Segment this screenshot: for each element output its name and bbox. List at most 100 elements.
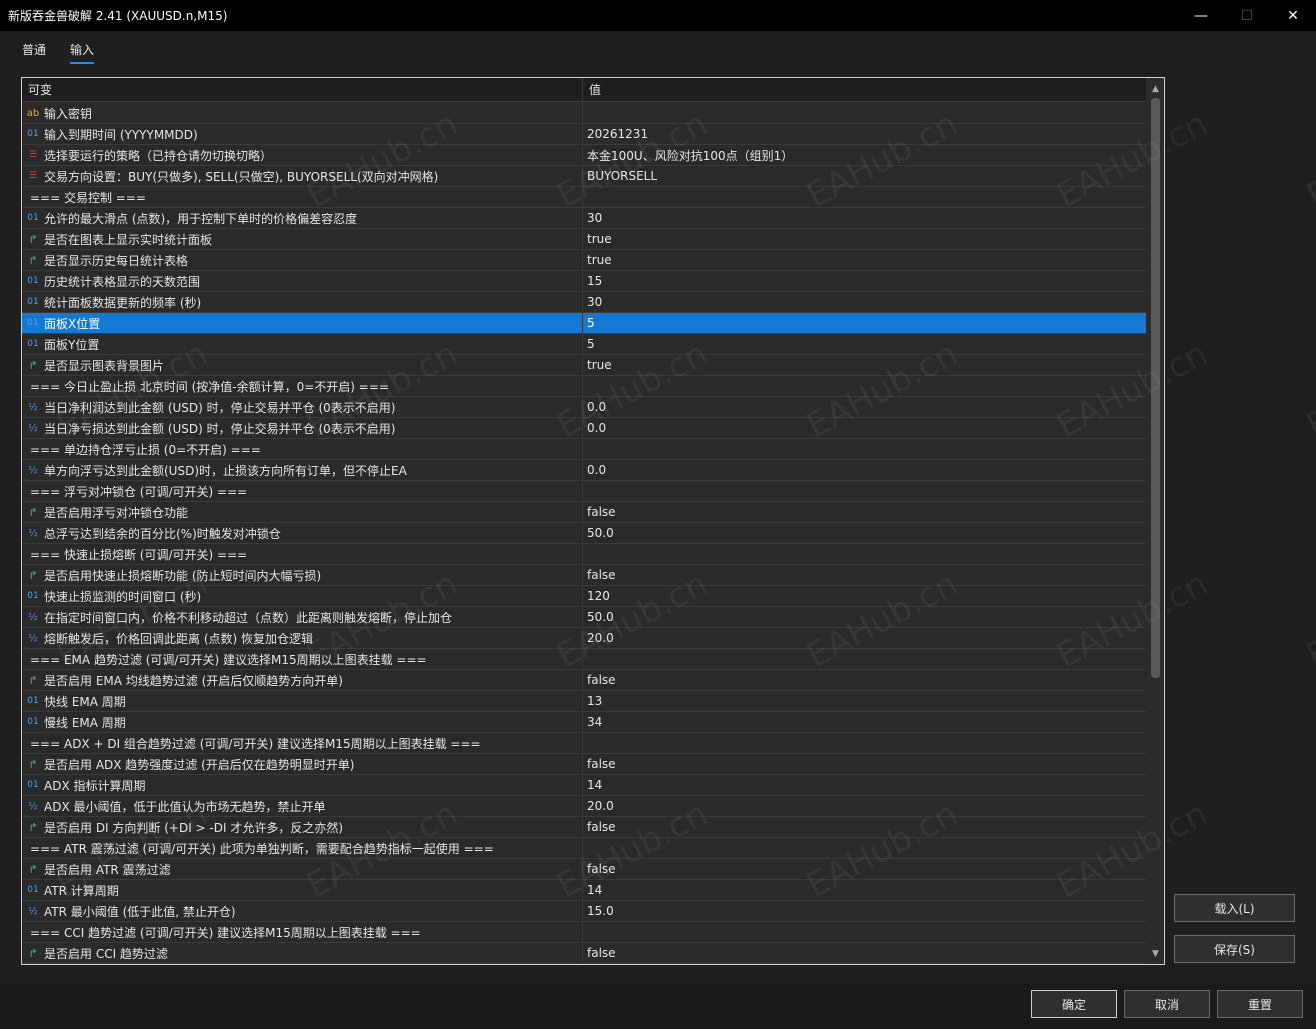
param-name-cell[interactable]: ½ ADX 最小阈值，低于此值认为市场无趋势，禁止开单 bbox=[22, 796, 583, 816]
param-name-cell[interactable]: === 单边持仓浮亏止损 (0=不开启) === bbox=[22, 439, 583, 459]
table-row[interactable]: 01 输入到期时间 (YYYYMMDD) 20261231 bbox=[22, 124, 1146, 145]
param-value-cell[interactable] bbox=[583, 649, 1146, 669]
table-row[interactable]: ½ 熔断触发后，价格回调此距离 (点数) 恢复加仓逻辑 20.0 bbox=[22, 628, 1146, 649]
param-value-cell[interactable]: 120 bbox=[583, 586, 1146, 606]
table-row[interactable]: === CCI 趋势过滤 (可调/可开关) 建议选择M15周期以上图表挂载 ==… bbox=[22, 922, 1146, 943]
param-value-cell[interactable]: 20261231 bbox=[583, 124, 1146, 144]
table-row[interactable]: ↱ 是否启用 ADX 趋势强度过滤 (开启后仅在趋势明显时开单) false bbox=[22, 754, 1146, 775]
param-name-cell[interactable]: ↱ 是否启用 ATR 震荡过滤 bbox=[22, 859, 583, 879]
reset-button[interactable]: 重置 bbox=[1217, 990, 1303, 1018]
param-name-cell[interactable]: ↱ 是否启用 CCI 趋势过滤 bbox=[22, 943, 583, 963]
param-name-cell[interactable]: === EMA 趋势过滤 (可调/可开关) 建议选择M15周期以上图表挂载 ==… bbox=[22, 649, 583, 669]
param-name-cell[interactable]: ↱ 是否显示历史每日统计表格 bbox=[22, 250, 583, 270]
param-value-cell[interactable] bbox=[583, 544, 1146, 564]
param-name-cell[interactable]: ½ 熔断触发后，价格回调此距离 (点数) 恢复加仓逻辑 bbox=[22, 628, 583, 648]
param-name-cell[interactable]: ab 输入密钥 bbox=[22, 103, 583, 123]
param-value-cell[interactable]: 5 bbox=[583, 334, 1146, 354]
param-value-cell[interactable]: 5 bbox=[583, 313, 1146, 333]
param-name-cell[interactable]: === 浮亏对冲锁仓 (可调/可开关) === bbox=[22, 481, 583, 501]
param-value-cell[interactable]: true bbox=[583, 355, 1146, 375]
table-row[interactable]: 01 面板Y位置 5 bbox=[22, 334, 1146, 355]
param-name-cell[interactable]: === 今日止盈止损 北京时间 (按净值-余额计算，0=不开启) === bbox=[22, 376, 583, 396]
table-row[interactable]: ↱ 是否在图表上显示实时统计面板 true bbox=[22, 229, 1146, 250]
save-button[interactable]: 保存(S) bbox=[1174, 935, 1295, 963]
table-row[interactable]: ↱ 是否启用 EMA 均线趋势过滤 (开启后仅顺趋势方向开单) false bbox=[22, 670, 1146, 691]
param-value-cell[interactable]: false bbox=[583, 670, 1146, 690]
param-name-cell[interactable]: === ADX + DI 组合趋势过滤 (可调/可开关) 建议选择M15周期以上… bbox=[22, 733, 583, 753]
param-value-cell[interactable]: 本金100U、风险对抗100点（组别1） bbox=[583, 145, 1146, 165]
table-row[interactable]: ☰ 交易方向设置：BUY(只做多), SELL(只做空), BUYORSELL(双… bbox=[22, 166, 1146, 187]
scroll-up-icon[interactable]: ▲ bbox=[1147, 80, 1164, 97]
param-value-cell[interactable]: 34 bbox=[583, 712, 1146, 732]
param-name-cell[interactable]: === 快速止损熔断 (可调/可开关) === bbox=[22, 544, 583, 564]
param-name-cell[interactable]: ↱ 是否启用快速止损熔断功能 (防止短时间内大幅亏损) bbox=[22, 565, 583, 585]
param-name-cell[interactable]: ½ 当日净亏损达到此金额 (USD) 时，停止交易并平仓 (0表示不启用) bbox=[22, 418, 583, 438]
param-name-cell[interactable]: === 交易控制 === bbox=[22, 187, 583, 207]
param-value-cell[interactable]: false bbox=[583, 754, 1146, 774]
table-row[interactable]: === ADX + DI 组合趋势过滤 (可调/可开关) 建议选择M15周期以上… bbox=[22, 733, 1146, 754]
param-value-cell[interactable]: 14 bbox=[583, 880, 1146, 900]
param-value-cell[interactable]: 30 bbox=[583, 292, 1146, 312]
param-value-cell[interactable]: 0.0 bbox=[583, 397, 1146, 417]
param-name-cell[interactable]: ↱ 是否启用 EMA 均线趋势过滤 (开启后仅顺趋势方向开单) bbox=[22, 670, 583, 690]
param-value-cell[interactable]: 0.0 bbox=[583, 418, 1146, 438]
param-value-cell[interactable]: 20.0 bbox=[583, 628, 1146, 648]
scroll-thumb[interactable] bbox=[1151, 98, 1160, 678]
param-value-cell[interactable]: 15.0 bbox=[583, 901, 1146, 921]
param-name-cell[interactable]: 01 输入到期时间 (YYYYMMDD) bbox=[22, 124, 583, 144]
param-name-cell[interactable]: ↱ 是否启用 ADX 趋势强度过滤 (开启后仅在趋势明显时开单) bbox=[22, 754, 583, 774]
table-row[interactable]: ½ 总浮亏达到结余的百分比(%)时触发对冲锁仓 50.0 bbox=[22, 523, 1146, 544]
table-row[interactable]: 01 快线 EMA 周期 13 bbox=[22, 691, 1146, 712]
param-name-cell[interactable]: 01 慢线 EMA 周期 bbox=[22, 712, 583, 732]
table-row[interactable]: ½ 当日净利润达到此金额 (USD) 时，停止交易并平仓 (0表示不启用) 0.0 bbox=[22, 397, 1146, 418]
param-value-cell[interactable]: 0.0 bbox=[583, 460, 1146, 480]
table-row[interactable]: ab 输入密钥 bbox=[22, 103, 1146, 124]
param-value-cell[interactable] bbox=[583, 838, 1146, 858]
param-value-cell[interactable] bbox=[583, 481, 1146, 501]
param-name-cell[interactable]: ½ 当日净利润达到此金额 (USD) 时，停止交易并平仓 (0表示不启用) bbox=[22, 397, 583, 417]
param-name-cell[interactable]: 01 快速止损监测的时间窗口 (秒) bbox=[22, 586, 583, 606]
param-name-cell[interactable]: ½ 在指定时间窗口内，价格不利移动超过（点数）此距离则触发熔断，停止加仓 bbox=[22, 607, 583, 627]
param-name-cell[interactable]: 01 ADX 指标计算周期 bbox=[22, 775, 583, 795]
param-value-cell[interactable]: BUYORSELL bbox=[583, 166, 1146, 186]
param-value-cell[interactable] bbox=[583, 376, 1146, 396]
tab-inputs[interactable]: 输入 bbox=[58, 40, 106, 64]
param-value-cell[interactable]: 50.0 bbox=[583, 523, 1146, 543]
param-value-cell[interactable] bbox=[583, 187, 1146, 207]
table-row[interactable]: === 今日止盈止损 北京时间 (按净值-余额计算，0=不开启) === bbox=[22, 376, 1146, 397]
param-value-cell[interactable]: 30 bbox=[583, 208, 1146, 228]
minimize-button[interactable]: — bbox=[1178, 0, 1224, 31]
scroll-down-icon[interactable]: ▼ bbox=[1147, 945, 1164, 962]
table-row[interactable]: ↱ 是否启用 DI 方向判断 (+DI > -DI 才允许多，反之亦然) false bbox=[22, 817, 1146, 838]
param-value-cell[interactable] bbox=[583, 922, 1146, 942]
table-row[interactable]: 01 ADX 指标计算周期 14 bbox=[22, 775, 1146, 796]
table-row[interactable]: ↱ 是否显示图表背景图片 true bbox=[22, 355, 1146, 376]
table-row[interactable]: ½ 单方向浮亏达到此金额(USD)时，止损该方向所有订单，但不停止EA 0.0 bbox=[22, 460, 1146, 481]
tab-common[interactable]: 普通 bbox=[10, 40, 58, 64]
param-name-cell[interactable]: 01 允许的最大滑点 (点数)，用于控制下单时的价格偏差容忍度 bbox=[22, 208, 583, 228]
table-row[interactable]: === 浮亏对冲锁仓 (可调/可开关) === bbox=[22, 481, 1146, 502]
table-row[interactable]: === ATR 震荡过滤 (可调/可开关) 此项为单独判断，需要配合趋势指标一起… bbox=[22, 838, 1146, 859]
param-name-cell[interactable]: 01 历史统计表格显示的天数范围 bbox=[22, 271, 583, 291]
header-value[interactable]: 值 bbox=[583, 78, 1146, 101]
ok-button[interactable]: 确定 bbox=[1031, 990, 1117, 1018]
table-row[interactable]: ↱ 是否启用 ATR 震荡过滤 false bbox=[22, 859, 1146, 880]
param-value-cell[interactable]: true bbox=[583, 229, 1146, 249]
table-row[interactable]: 01 允许的最大滑点 (点数)，用于控制下单时的价格偏差容忍度 30 bbox=[22, 208, 1146, 229]
table-row[interactable]: === 交易控制 === bbox=[22, 187, 1146, 208]
param-name-cell[interactable]: ½ 单方向浮亏达到此金额(USD)时，止损该方向所有订单，但不停止EA bbox=[22, 460, 583, 480]
table-row[interactable]: ½ ADX 最小阈值，低于此值认为市场无趋势，禁止开单 20.0 bbox=[22, 796, 1146, 817]
param-name-cell[interactable]: ↱ 是否显示图表背景图片 bbox=[22, 355, 583, 375]
param-name-cell[interactable]: === CCI 趋势过滤 (可调/可开关) 建议选择M15周期以上图表挂载 ==… bbox=[22, 922, 583, 942]
table-row[interactable]: ½ 在指定时间窗口内，价格不利移动超过（点数）此距离则触发熔断，停止加仓 50.0 bbox=[22, 607, 1146, 628]
table-row[interactable]: 01 历史统计表格显示的天数范围 15 bbox=[22, 271, 1146, 292]
load-button[interactable]: 载入(L) bbox=[1174, 894, 1295, 922]
param-value-cell[interactable]: 13 bbox=[583, 691, 1146, 711]
cancel-button[interactable]: 取消 bbox=[1124, 990, 1210, 1018]
table-row[interactable]: === 快速止损熔断 (可调/可开关) === bbox=[22, 544, 1146, 565]
table-row[interactable]: 01 统计面板数据更新的频率 (秒) 30 bbox=[22, 292, 1146, 313]
table-row[interactable]: 01 ATR 计算周期 14 bbox=[22, 880, 1146, 901]
table-row[interactable]: ↱ 是否启用浮亏对冲锁仓功能 false bbox=[22, 502, 1146, 523]
table-row[interactable]: ½ 当日净亏损达到此金额 (USD) 时，停止交易并平仓 (0表示不启用) 0.0 bbox=[22, 418, 1146, 439]
table-row[interactable]: 01 慢线 EMA 周期 34 bbox=[22, 712, 1146, 733]
